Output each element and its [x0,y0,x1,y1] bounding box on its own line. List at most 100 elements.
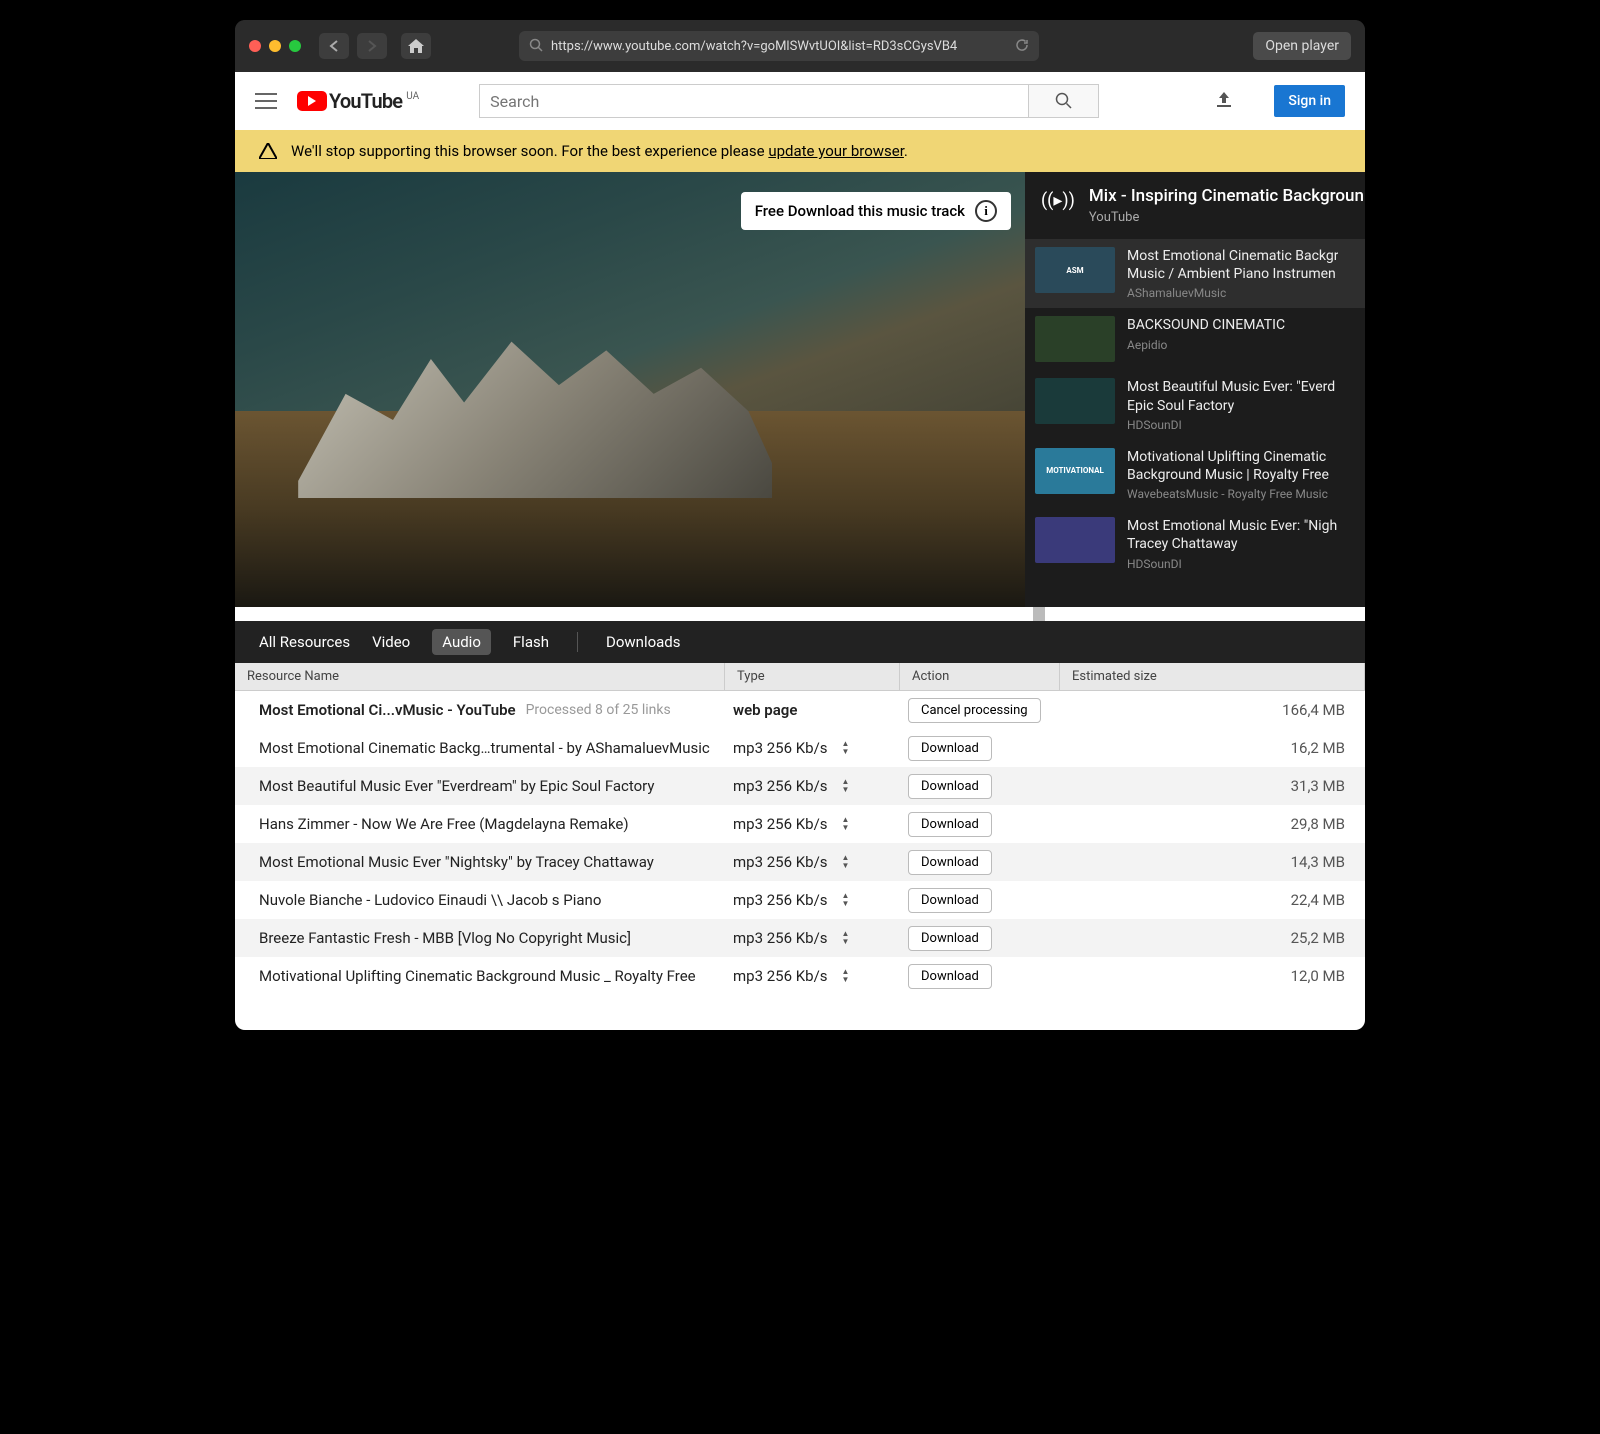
resource-size: 31,3 MB [1060,777,1365,795]
table-row[interactable]: Most Emotional Music Ever "Nightsky" by … [235,843,1365,881]
search-button[interactable] [1029,84,1099,118]
table-row[interactable]: Hans Zimmer - Now We Are Free (Magdelayn… [235,805,1365,843]
warning-icon [259,143,277,159]
playlist-item-title-2: Tracey Chattaway [1127,535,1337,553]
resource-type: mp3 256 Kb/s [733,815,828,833]
playlist-item-title: BACKSOUND CINEMATIC [1127,316,1285,334]
format-stepper[interactable]: ▲▼ [842,892,856,908]
resource-table-body: Most Emotional Ci...vMusic - YouTube Pro… [235,691,1365,1030]
table-row-main[interactable]: Most Emotional Ci...vMusic - YouTube Pro… [235,691,1365,729]
tab-all-resources[interactable]: All Resources [259,633,350,651]
url-bar[interactable]: https://www.youtube.com/watch?v=goMlSWvt… [519,31,1039,61]
youtube-logo[interactable]: YouTube UA [297,89,419,113]
table-header: Resource Name Type Action Estimated size [235,663,1365,691]
download-button[interactable]: Download [908,812,992,837]
playlist-item-title: Motivational Uplifting Cinematic [1127,448,1329,466]
back-button[interactable] [319,33,349,59]
youtube-region: UA [406,91,419,102]
playlist-title: Mix - Inspiring Cinematic Backgroun [1089,186,1364,206]
playlist-item[interactable]: Most Beautiful Music Ever: "Everd Epic S… [1025,370,1365,439]
maximize-window-button[interactable] [289,40,301,52]
format-stepper[interactable]: ▲▼ [842,816,856,832]
playlist-item[interactable]: Most Emotional Music Ever: "Nigh Tracey … [1025,509,1365,578]
download-button[interactable]: Download [908,774,992,799]
playlist-item-channel: WavebeatsMusic - Royalty Free Music [1127,487,1329,501]
playlist-item[interactable]: MOTIVATIONAL Motivational Uplifting Cine… [1025,440,1365,509]
resource-name: Breeze Fantastic Fresh - MBB [Vlog No Co… [259,929,631,947]
playlist-item-channel: HDSounDI [1127,557,1337,571]
table-row[interactable]: Most Beautiful Music Ever "Everdream" by… [235,767,1365,805]
resource-name: Most Beautiful Music Ever "Everdream" by… [259,777,655,795]
window-controls [249,40,301,52]
playlist-item-title: Most Emotional Cinematic Backgr [1127,247,1338,265]
url-text: https://www.youtube.com/watch?v=goMlSWvt… [551,39,957,54]
col-action[interactable]: Action [900,663,1060,690]
download-button[interactable]: Download [908,736,992,761]
table-row[interactable]: Breeze Fantastic Fresh - MBB [Vlog No Co… [235,919,1365,957]
update-browser-link[interactable]: update your browser [768,142,904,160]
table-row[interactable]: Motivational Uplifting Cinematic Backgro… [235,957,1365,995]
format-stepper[interactable]: ▲▼ [842,930,856,946]
playlist-item-title-2: Music / Ambient Piano Instrumen [1127,265,1338,283]
playlist-thumb [1035,316,1115,362]
resource-size: 29,8 MB [1060,815,1365,833]
col-resource-name[interactable]: Resource Name [235,663,725,690]
format-stepper[interactable]: ▲▼ [842,740,856,756]
search-input[interactable] [479,84,1029,118]
video-player[interactable]: Free Download this music track i [235,172,1025,607]
download-button[interactable]: Download [908,926,992,951]
format-stepper[interactable]: ▲▼ [842,778,856,794]
app-window: https://www.youtube.com/watch?v=goMlSWvt… [235,20,1365,1030]
cancel-processing-button[interactable]: Cancel processing [908,698,1041,723]
search-icon [529,37,543,56]
tab-video[interactable]: Video [372,633,410,651]
tab-downloads[interactable]: Downloads [606,633,681,651]
youtube-logo-text: YouTube [329,89,402,113]
resource-size: 166,4 MB [1060,701,1365,719]
col-type[interactable]: Type [725,663,900,690]
resource-type: mp3 256 Kb/s [733,853,828,871]
tab-audio[interactable]: Audio [432,629,491,655]
playlist-thumb [1035,517,1115,563]
playlist-item[interactable]: BACKSOUND CINEMATIC Aepidio [1025,308,1365,370]
resource-name: Nuvole Bianche - Ludovico Einaudi \\ Jac… [259,891,601,909]
resource-tabs: All Resources Video Audio Flash Download… [235,621,1365,663]
pane-divider[interactable] [235,607,1365,621]
resource-type: mp3 256 Kb/s [733,967,828,985]
resource-name: Most Emotional Ci...vMusic - YouTube [259,701,516,719]
upload-icon[interactable] [1214,90,1234,112]
col-estimated-size[interactable]: Estimated size [1060,663,1365,690]
video-area: Free Download this music track i ((▸)) M… [235,172,1365,607]
home-button[interactable] [401,33,431,59]
reload-icon[interactable] [1015,37,1029,56]
format-stepper[interactable]: ▲▼ [842,968,856,984]
hamburger-menu-icon[interactable] [255,93,277,109]
tab-separator [577,632,578,652]
close-window-button[interactable] [249,40,261,52]
playlist-item-title: Most Beautiful Music Ever: "Everd [1127,378,1335,396]
resource-name: Most Emotional Music Ever "Nightsky" by … [259,853,654,871]
table-row[interactable]: Most Emotional Cinematic Backg…trumental… [235,729,1365,767]
open-player-button[interactable]: Open player [1253,32,1351,60]
resource-size: 22,4 MB [1060,891,1365,909]
forward-button[interactable] [357,33,387,59]
table-row[interactable]: Nuvole Bianche - Ludovico Einaudi \\ Jac… [235,881,1365,919]
search-box [479,84,1099,118]
download-button[interactable]: Download [908,850,992,875]
sign-in-button[interactable]: Sign in [1274,85,1345,117]
playlist-thumb: ASM [1035,247,1115,293]
video-overlay-banner[interactable]: Free Download this music track i [741,192,1011,230]
banner-text: We'll stop supporting this browser soon.… [291,142,908,160]
download-button[interactable]: Download [908,888,992,913]
info-icon: i [975,200,997,222]
resource-type: web page [733,701,797,719]
processing-status: Processed 8 of 25 links [526,702,671,718]
playlist-playing-icon: ((▸)) [1041,190,1075,211]
format-stepper[interactable]: ▲▼ [842,854,856,870]
minimize-window-button[interactable] [269,40,281,52]
resource-type: mp3 256 Kb/s [733,929,828,947]
playlist-item[interactable]: ASM Most Emotional Cinematic Backgr Musi… [1025,239,1365,308]
tab-flash[interactable]: Flash [513,633,549,651]
resource-type: mp3 256 Kb/s [733,891,828,909]
download-button[interactable]: Download [908,964,992,989]
